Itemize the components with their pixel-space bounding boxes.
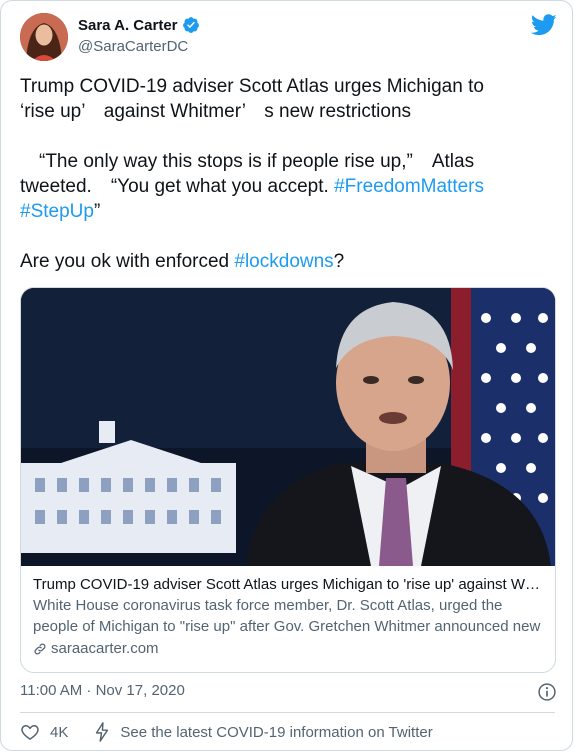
- tweet-line-1: Trump COVID-19 adviser Scott Atlas urges…: [20, 76, 484, 97]
- author-name-row[interactable]: Sara A. Carter: [78, 16, 200, 34]
- tweet-text: Trump COVID-19 adviser Scott Atlas urges…: [20, 74, 550, 274]
- quote-end: ”: [93, 201, 101, 222]
- lightning-bolt-icon: [96, 722, 109, 742]
- card-description: White House coronavirus task force membe…: [33, 597, 541, 635]
- link-card[interactable]: Trump COVID-19 adviser Scott Atlas urges…: [20, 287, 556, 673]
- avatar-image: [20, 13, 68, 61]
- display-name[interactable]: Sara A. Carter: [78, 17, 178, 34]
- handle[interactable]: @SaraCarterDC: [78, 38, 188, 55]
- tweet-timestamp[interactable]: 11:00 AM · Nov 17, 2020: [20, 682, 185, 699]
- likes-count[interactable]: 4K: [50, 724, 68, 741]
- avatar[interactable]: [20, 13, 68, 61]
- divider: [20, 712, 555, 713]
- card-photo: [21, 288, 555, 566]
- hashtag-lockdowns[interactable]: #lockdowns: [234, 251, 333, 272]
- card-body[interactable]: Trump COVID-19 adviser Scott Atlas urges…: [21, 566, 555, 659]
- link-icon: [34, 643, 46, 654]
- action-bar: 4K See the latest COVID-19 information o…: [20, 722, 433, 742]
- question-mark: ?: [333, 251, 345, 272]
- covid-info-link[interactable]: See the latest COVID-19 information on T…: [120, 724, 432, 741]
- heart-icon[interactable]: [20, 722, 40, 742]
- card-title[interactable]: Trump COVID-19 adviser Scott Atlas urges…: [33, 574, 543, 595]
- verified-badge-icon: [182, 17, 199, 33]
- question-text: Are you ok with enforced: [20, 251, 235, 272]
- card-domain[interactable]: saraacarter.com: [51, 638, 159, 659]
- hashtag-freedommatters[interactable]: #FreedomMatters: [334, 176, 484, 197]
- tweet-quote: “The only way this stops is if people ri…: [20, 149, 550, 224]
- hashtag-stepup[interactable]: #StepUp: [20, 201, 94, 222]
- card-image[interactable]: [21, 288, 555, 566]
- tweet-question: Are you ok with enforced #lockdowns?: [20, 249, 550, 274]
- tweet-line-2: ‘rise up’ against Whitmer’ s new restric…: [20, 101, 412, 122]
- card-domain-row[interactable]: saraacarter.com: [33, 638, 543, 659]
- twitter-bird-icon[interactable]: [531, 14, 557, 36]
- info-icon[interactable]: [537, 682, 557, 702]
